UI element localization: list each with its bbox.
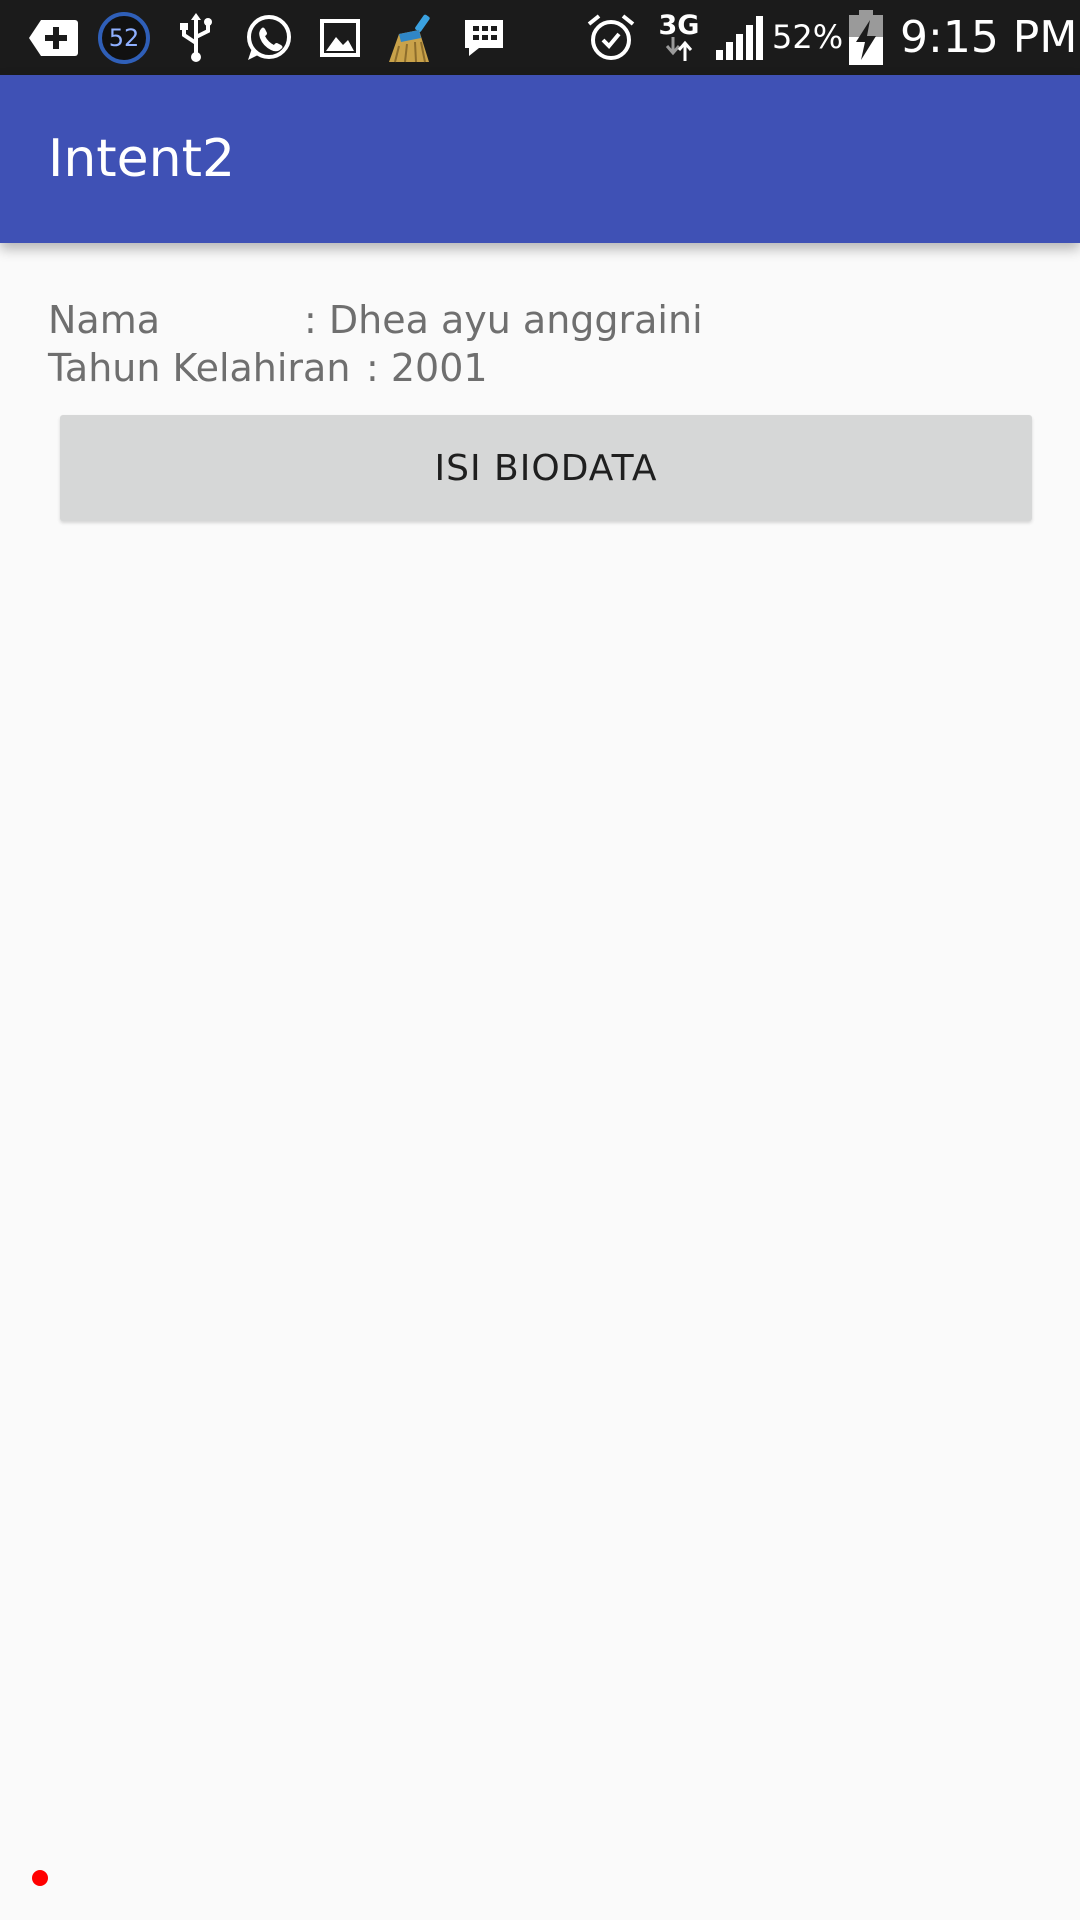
battery-percent: 52% bbox=[772, 18, 844, 56]
app-bar: Intent2 bbox=[0, 75, 1080, 243]
birth-year-value: : 2001 bbox=[366, 346, 488, 390]
notification-count: 52 bbox=[108, 24, 140, 52]
bbm-chat-icon bbox=[460, 10, 508, 66]
signal-icon bbox=[712, 10, 766, 66]
alarm-icon bbox=[584, 10, 638, 66]
isi-biodata-button[interactable]: ISI BIODATA bbox=[60, 415, 1032, 521]
birth-year-label: Tahun Kelahiran bbox=[48, 346, 351, 390]
cleaner-broom-icon bbox=[384, 10, 438, 66]
name-label: Nama bbox=[48, 298, 161, 342]
app-title: Intent2 bbox=[48, 129, 236, 189]
whatsapp-icon bbox=[240, 10, 296, 66]
data-arrows-icon bbox=[662, 36, 696, 62]
gallery-icon bbox=[318, 10, 362, 66]
name-value: : Dhea ayu anggraini bbox=[304, 298, 703, 342]
notification-count-badge: 52 bbox=[96, 10, 152, 66]
status-time: 9:15 PM bbox=[900, 12, 1078, 63]
status-bar: 52 3G 52% 9:15 PM bbox=[0, 0, 1080, 75]
usb-icon bbox=[174, 10, 218, 66]
red-indicator-dot bbox=[32, 1870, 48, 1886]
add-box-icon bbox=[26, 10, 80, 66]
battery-charging-icon bbox=[846, 10, 886, 66]
